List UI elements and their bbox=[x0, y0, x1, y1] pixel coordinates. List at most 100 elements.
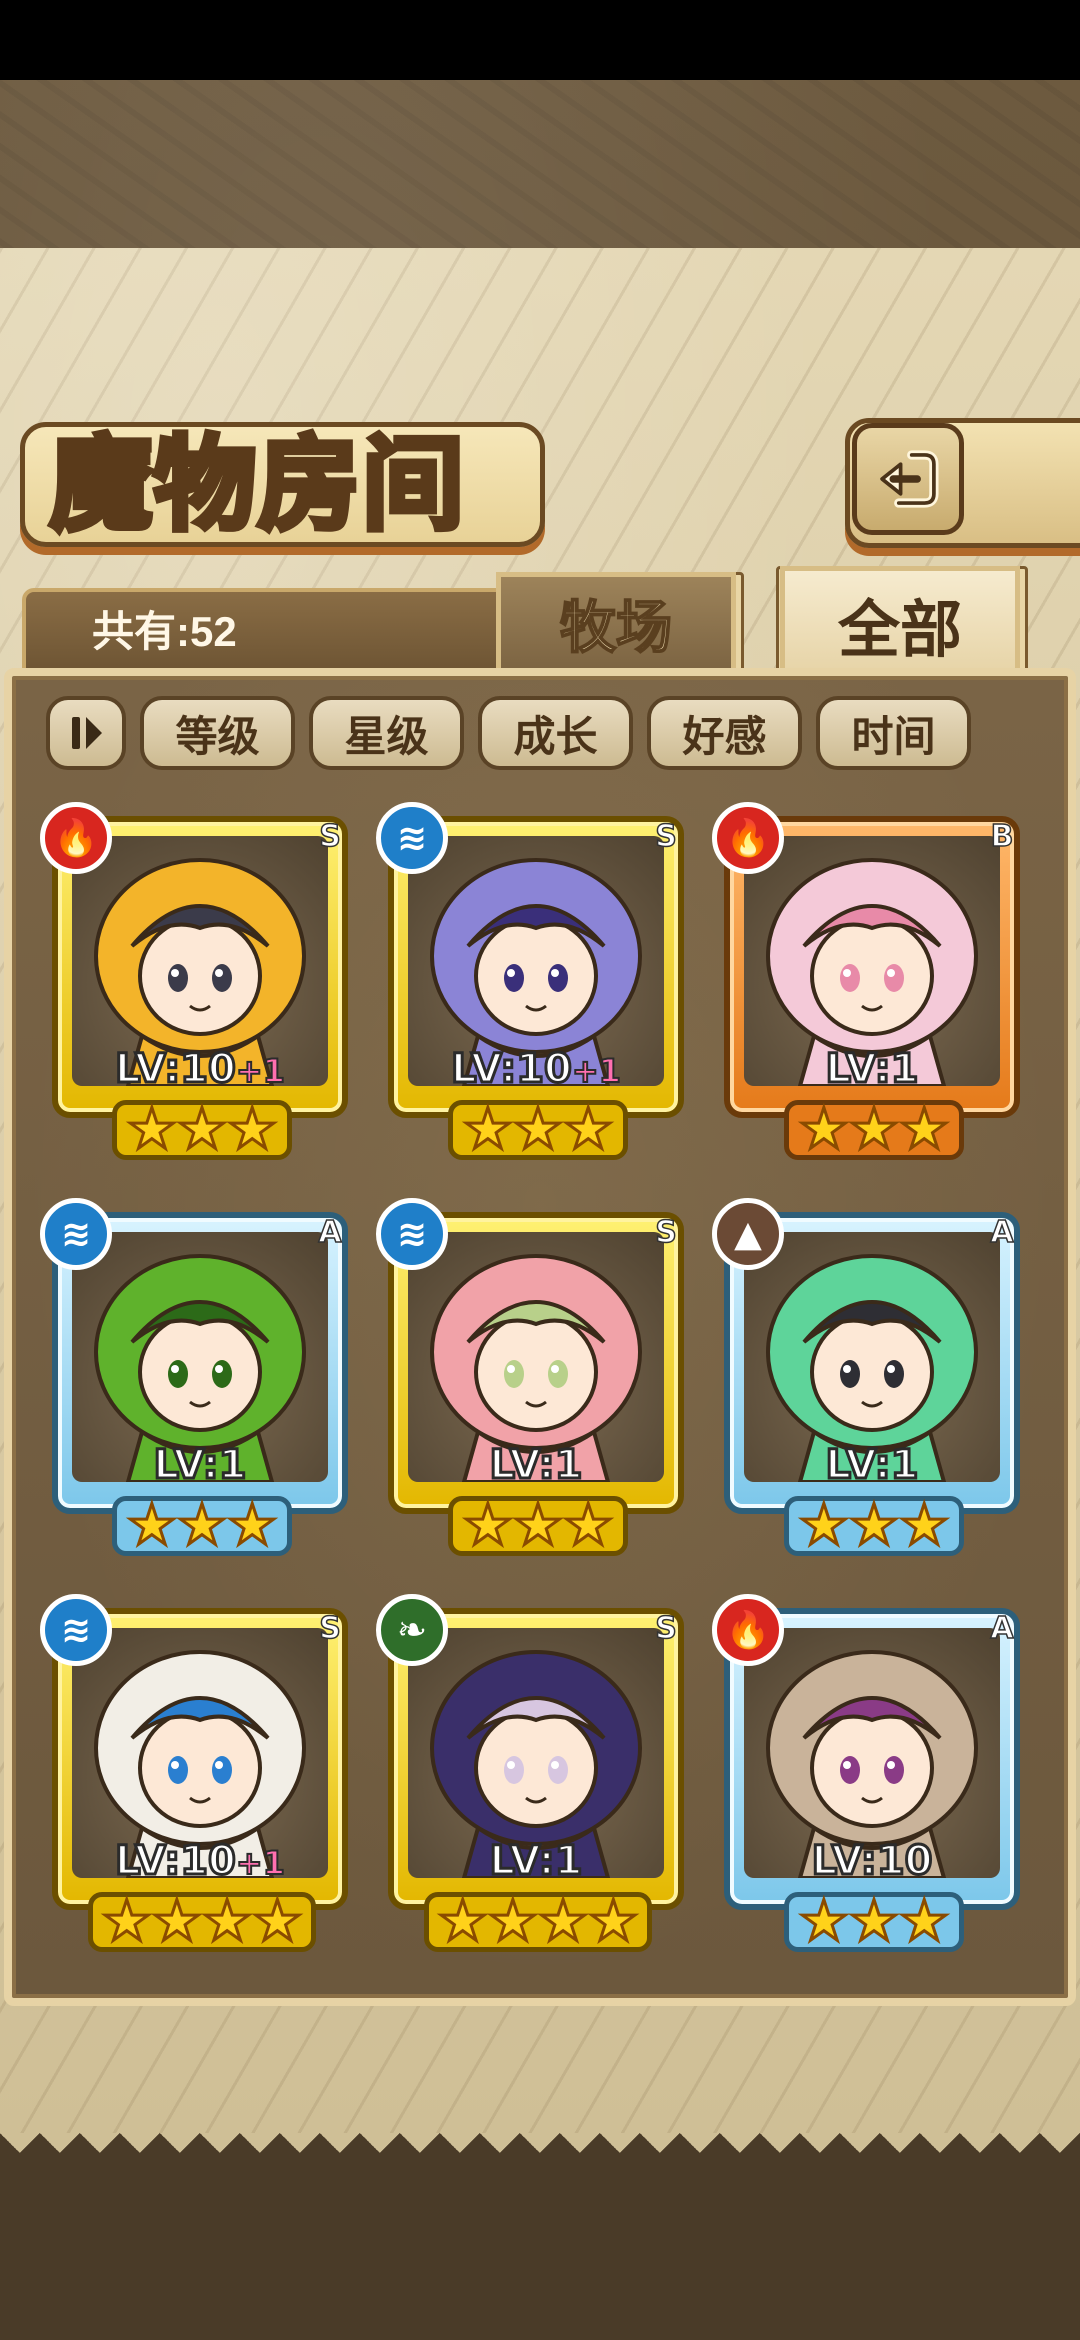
page-title: 魔物房间 bbox=[47, 425, 467, 545]
monster-level: LV:10 bbox=[744, 1837, 1000, 1886]
rank-badge: S bbox=[318, 818, 341, 855]
star-rating: ★ ★ ★ bbox=[784, 1100, 964, 1160]
star-icon: ★ bbox=[898, 1889, 951, 1954]
star-icon: ★ bbox=[562, 1493, 615, 1558]
monster-card[interactable]: LV:10+1 ★ ★ ★ 🔥 S bbox=[40, 802, 362, 1170]
level-text: LV:10 bbox=[114, 1837, 238, 1886]
monster-card[interactable]: LV:1 ★ ★ ★ ★ ❧ S bbox=[376, 1594, 698, 1962]
star-icon: ★ bbox=[175, 1097, 228, 1162]
star-icon: ★ bbox=[797, 1493, 850, 1558]
status-bar bbox=[0, 0, 1080, 80]
star-icon: ★ bbox=[125, 1493, 178, 1558]
rank-badge: S bbox=[654, 818, 677, 855]
water-icon: ≋ bbox=[40, 1594, 112, 1666]
sort-affection-button[interactable]: 好感 bbox=[647, 696, 802, 770]
sort-order-icon bbox=[72, 717, 102, 749]
star-rating: ★ ★ ★ bbox=[448, 1100, 628, 1160]
star-rating: ★ ★ ★ bbox=[112, 1100, 292, 1160]
monster-level: LV:1 bbox=[408, 1441, 664, 1490]
star-icon: ★ bbox=[797, 1889, 850, 1954]
star-icon: ★ bbox=[175, 1493, 228, 1558]
star-icon: ★ bbox=[125, 1097, 178, 1162]
back-arrow-icon bbox=[880, 450, 939, 508]
star-icon: ★ bbox=[251, 1889, 304, 1954]
tab-all[interactable]: 全部 bbox=[780, 566, 1020, 676]
star-rating: ★ ★ ★ bbox=[448, 1496, 628, 1556]
star-icon: ★ bbox=[847, 1097, 900, 1162]
star-icon: ★ bbox=[436, 1889, 489, 1954]
rank-badge: B bbox=[990, 818, 1014, 855]
level-text: LV:10 bbox=[114, 1045, 238, 1094]
star-rating: ★ ★ ★ ★ bbox=[88, 1892, 316, 1952]
star-icon: ★ bbox=[150, 1889, 203, 1954]
sort-time-button[interactable]: 时间 bbox=[816, 696, 971, 770]
star-icon: ★ bbox=[200, 1889, 253, 1954]
star-rating: ★ ★ ★ ★ bbox=[424, 1892, 652, 1952]
monster-card[interactable]: LV:10+1 ★ ★ ★ ≋ S bbox=[376, 802, 698, 1170]
monster-level: LV:1 bbox=[408, 1837, 664, 1886]
star-icon: ★ bbox=[226, 1097, 279, 1162]
star-icon: ★ bbox=[461, 1493, 514, 1558]
star-icon: ★ bbox=[100, 1889, 153, 1954]
rank-badge: A bbox=[318, 1214, 343, 1251]
level-bonus: +1 bbox=[235, 1843, 286, 1883]
rank-badge: S bbox=[318, 1610, 341, 1647]
star-icon: ★ bbox=[461, 1097, 514, 1162]
monster-card[interactable]: LV:1 ★ ★ ★ ≋ A bbox=[40, 1198, 362, 1566]
monster-level: LV:1 bbox=[744, 1441, 1000, 1490]
monster-card[interactable]: LV:10+1 ★ ★ ★ ★ ≋ S bbox=[40, 1594, 362, 1962]
rank-badge: A bbox=[990, 1214, 1015, 1251]
monster-level: LV:10+1 bbox=[72, 1837, 328, 1886]
level-bonus: +1 bbox=[571, 1051, 622, 1091]
level-text: LV:1 bbox=[152, 1441, 248, 1490]
rank-badge: S bbox=[654, 1610, 677, 1647]
fire-icon: 🔥 bbox=[40, 802, 112, 874]
star-rating: ★ ★ ★ bbox=[112, 1496, 292, 1556]
star-icon: ★ bbox=[511, 1493, 564, 1558]
star-icon: ★ bbox=[797, 1097, 850, 1162]
level-text: LV:1 bbox=[488, 1837, 584, 1886]
star-icon: ★ bbox=[587, 1889, 640, 1954]
leaf-icon: ❧ bbox=[376, 1594, 448, 1666]
monster-level: LV:10+1 bbox=[408, 1045, 664, 1094]
sort-star-button[interactable]: 星级 bbox=[309, 696, 464, 770]
star-icon: ★ bbox=[486, 1889, 539, 1954]
fire-icon: 🔥 bbox=[712, 802, 784, 874]
level-text: LV:1 bbox=[824, 1441, 920, 1490]
monster-card[interactable]: LV:10 ★ ★ ★ 🔥 A bbox=[712, 1594, 1034, 1962]
water-icon: ≋ bbox=[40, 1198, 112, 1270]
star-icon: ★ bbox=[847, 1889, 900, 1954]
star-icon: ★ bbox=[226, 1493, 279, 1558]
mountain-icon: ▲ bbox=[712, 1198, 784, 1270]
star-icon: ★ bbox=[847, 1493, 900, 1558]
star-icon: ★ bbox=[898, 1493, 951, 1558]
tab-ranch[interactable]: 牧场 bbox=[496, 572, 736, 670]
level-text: LV:10 bbox=[450, 1045, 574, 1094]
rank-badge: A bbox=[990, 1610, 1015, 1647]
monster-card[interactable]: LV:1 ★ ★ ★ ▲ A bbox=[712, 1198, 1034, 1566]
sort-bar: 等级 星级 成长 好感 时间 bbox=[46, 696, 971, 774]
star-icon: ★ bbox=[536, 1889, 589, 1954]
monster-level: LV:10+1 bbox=[72, 1045, 328, 1094]
star-rating: ★ ★ ★ bbox=[784, 1892, 964, 1952]
star-icon: ★ bbox=[898, 1097, 951, 1162]
monster-level: LV:1 bbox=[744, 1045, 1000, 1094]
star-icon: ★ bbox=[562, 1097, 615, 1162]
monster-level: LV:1 bbox=[72, 1441, 328, 1490]
back-button[interactable] bbox=[852, 423, 964, 535]
fire-icon: 🔥 bbox=[712, 1594, 784, 1666]
level-bonus: +1 bbox=[235, 1051, 286, 1091]
monster-card[interactable]: LV:1 ★ ★ ★ ≋ S bbox=[376, 1198, 698, 1566]
sort-order-button[interactable] bbox=[46, 696, 126, 770]
sort-growth-button[interactable]: 成长 bbox=[478, 696, 633, 770]
rank-badge: S bbox=[654, 1214, 677, 1251]
star-rating: ★ ★ ★ bbox=[784, 1496, 964, 1556]
monster-count: 共有:52 bbox=[92, 608, 237, 655]
level-text: LV:1 bbox=[824, 1045, 920, 1094]
star-icon: ★ bbox=[511, 1097, 564, 1162]
water-icon: ≋ bbox=[376, 1198, 448, 1270]
water-icon: ≋ bbox=[376, 802, 448, 874]
sort-level-button[interactable]: 等级 bbox=[140, 696, 295, 770]
monster-card[interactable]: LV:1 ★ ★ ★ 🔥 B bbox=[712, 802, 1034, 1170]
level-text: LV:10 bbox=[810, 1837, 934, 1886]
